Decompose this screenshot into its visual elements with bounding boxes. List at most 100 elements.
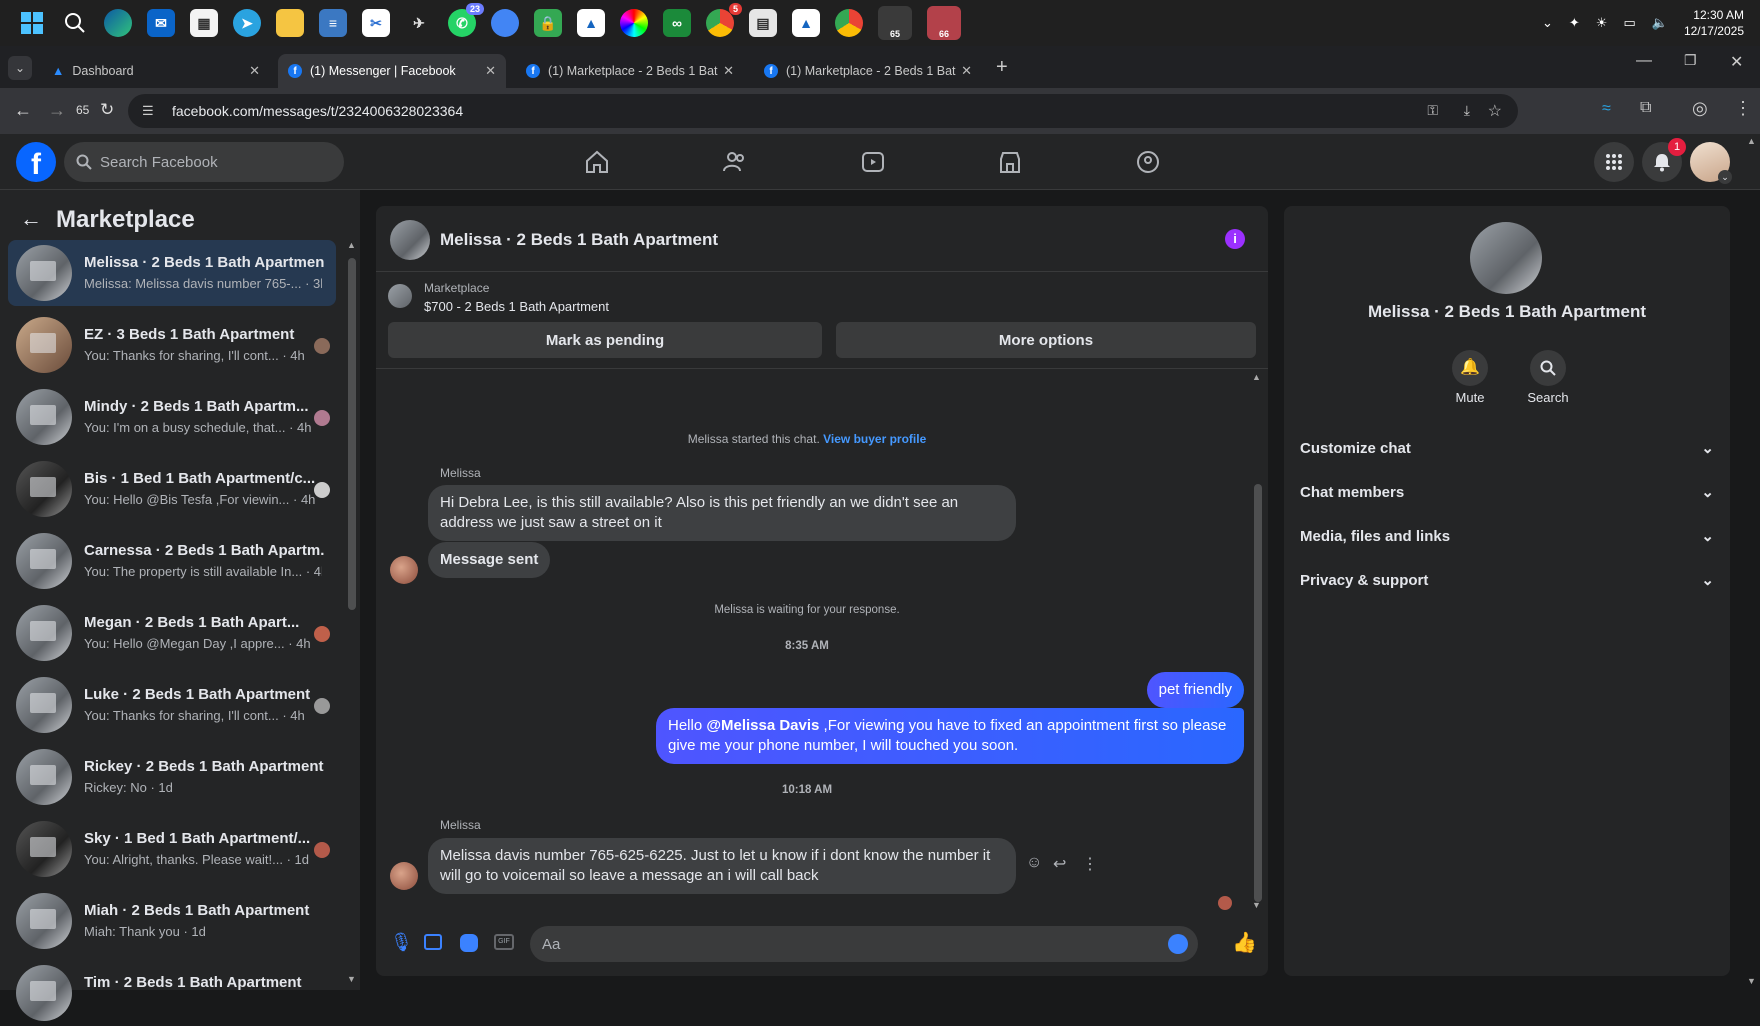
- info-icon[interactable]: i: [1225, 229, 1245, 249]
- search-conversation-button[interactable]: Search: [1520, 350, 1576, 405]
- sticker-icon[interactable]: [460, 934, 478, 952]
- telegram-icon[interactable]: ➤: [233, 9, 261, 37]
- install-icon[interactable]: ⤓: [1464, 102, 1470, 119]
- scroll-up-icon[interactable]: ▲: [1252, 372, 1261, 382]
- incoming-message[interactable]: Hi Debra Lee, is this still available? A…: [428, 485, 1016, 541]
- more-kebab-icon[interactable]: ⋮: [1082, 854, 1098, 874]
- chat-title[interactable]: Melissa · 2 Beds 1 Bath Apartment: [440, 230, 718, 250]
- friends-icon[interactable]: [719, 146, 751, 178]
- close-window-icon[interactable]: ✕: [1730, 52, 1743, 72]
- tab-marketplace-1[interactable]: f (1) Marketplace - 2 Beds 1 Bath ✕: [516, 54, 744, 88]
- tab-dashboard[interactable]: ▲ Dashboard ✕: [42, 54, 270, 88]
- browser-app-icon-2[interactable]: 66: [927, 6, 961, 40]
- scroll-down-icon[interactable]: ▼: [347, 974, 356, 984]
- profile-avatar[interactable]: [1470, 222, 1542, 294]
- groups-icon[interactable]: [1132, 146, 1164, 178]
- file-explorer-icon[interactable]: [276, 9, 304, 37]
- conversation-item[interactable]: EZ · 3 Beds 1 Bath Apartment You: Thanks…: [8, 312, 336, 378]
- close-tab-icon[interactable]: ✕: [485, 63, 496, 79]
- conversation-item[interactable]: Megan · 2 Beds 1 Bath Apart... You: Hell…: [8, 600, 336, 666]
- search-facebook-input[interactable]: Search Facebook: [64, 142, 344, 182]
- notepad-icon[interactable]: ≡: [319, 9, 347, 37]
- forward-icon[interactable]: →: [48, 100, 66, 121]
- store-icon[interactable]: ▦: [190, 9, 218, 37]
- chat-scrollbar[interactable]: [1254, 484, 1262, 902]
- restore-icon[interactable]: ❐: [1684, 52, 1697, 69]
- conversation-item[interactable]: Rickey · 2 Beds 1 Bath Apartment Rickey:…: [8, 744, 336, 810]
- more-options-button[interactable]: More options: [836, 322, 1256, 358]
- whatsapp-icon[interactable]: ✆ 23: [448, 3, 484, 37]
- scroll-down-icon[interactable]: ▼: [1252, 900, 1261, 910]
- conversation-item[interactable]: Luke · 2 Beds 1 Bath Apartment You: Than…: [8, 672, 336, 738]
- like-thumb-icon[interactable]: 👍: [1232, 930, 1257, 955]
- media-files-links-section[interactable]: Media, files and links ⌄: [1300, 516, 1714, 556]
- incoming-message[interactable]: Melissa davis number 765-625-6225. Just …: [428, 838, 1016, 894]
- scroll-up-icon[interactable]: ▲: [347, 240, 356, 250]
- marketplace-icon[interactable]: [994, 146, 1026, 178]
- minimize-icon[interactable]: —: [1636, 52, 1652, 70]
- brightness-icon[interactable]: ☀: [1596, 15, 1608, 31]
- bookmark-star-icon[interactable]: ☆: [1488, 101, 1502, 121]
- sender-avatar[interactable]: [390, 862, 418, 890]
- conversation-item[interactable]: Mindy · 2 Beds 1 Bath Apartm... You: I'm…: [8, 384, 336, 450]
- color-wheel-icon[interactable]: [620, 9, 648, 37]
- password-key-icon[interactable]: ⚿: [1427, 102, 1438, 119]
- close-tab-icon[interactable]: ✕: [961, 63, 972, 79]
- url-field[interactable]: ☰ facebook.com/messages/t/23240063280233…: [128, 94, 1518, 128]
- edge-icon[interactable]: [104, 9, 132, 37]
- windows-start-icon[interactable]: [18, 9, 46, 37]
- menu-grid-icon[interactable]: [1594, 142, 1634, 182]
- customize-chat-section[interactable]: Customize chat ⌄: [1300, 428, 1714, 468]
- new-tab-icon[interactable]: +: [996, 56, 1008, 79]
- conversation-item[interactable]: Tim · 2 Beds 1 Bath Apartment: [8, 960, 336, 1026]
- chrome-remote-icon[interactable]: [491, 9, 519, 37]
- conversation-item[interactable]: Carnessa · 2 Beds 1 Bath Apartm... You: …: [8, 528, 336, 594]
- tab-list-chevron-icon[interactable]: ⌄: [8, 56, 32, 80]
- mention-melissa[interactable]: @Melissa Davis: [706, 717, 819, 734]
- gif-icon[interactable]: GIF: [494, 934, 514, 950]
- menu-kebab-icon[interactable]: ⋮: [1734, 98, 1752, 119]
- browser-app-icon[interactable]: 65: [878, 6, 912, 40]
- mark-as-pending-button[interactable]: Mark as pending: [388, 322, 822, 358]
- clock[interactable]: 12:30 AM 12/17/2025: [1684, 7, 1744, 39]
- game-icon[interactable]: ✈: [405, 9, 433, 37]
- chevron-up-icon[interactable]: ⌄: [1542, 15, 1553, 31]
- photo-icon[interactable]: [424, 934, 442, 950]
- infinity-app-icon[interactable]: ∞: [663, 9, 691, 37]
- reply-icon[interactable]: ↩: [1053, 854, 1066, 874]
- privacy-support-section[interactable]: Privacy & support ⌄: [1300, 560, 1714, 600]
- network-icon[interactable]: ▭: [1623, 15, 1635, 31]
- video-icon[interactable]: [857, 146, 889, 178]
- page-scroll-down-icon[interactable]: ▼: [1747, 976, 1756, 986]
- conversation-item[interactable]: Sky · 1 Bed 1 Bath Apartment/... You: Al…: [8, 816, 336, 882]
- mute-button[interactable]: 🔔 Mute: [1450, 350, 1490, 405]
- volume-icon[interactable]: 🔈: [1652, 15, 1668, 31]
- conversation-item[interactable]: Melissa · 2 Beds 1 Bath Apartment Meliss…: [8, 240, 336, 306]
- page-scroll-up-icon[interactable]: ▲: [1747, 136, 1756, 146]
- outgoing-message[interactable]: pet friendly: [1146, 672, 1244, 708]
- site-info-icon[interactable]: ☰: [142, 103, 154, 119]
- outlook-icon[interactable]: ✉: [147, 9, 175, 37]
- sidebar-scrollbar[interactable]: [348, 258, 356, 610]
- facebook-logo-icon[interactable]: f: [16, 142, 56, 182]
- chat-avatar[interactable]: [390, 220, 430, 260]
- chrome-icon[interactable]: 5: [706, 3, 742, 37]
- react-emoji-icon[interactable]: ☺: [1026, 854, 1042, 872]
- view-buyer-profile-link[interactable]: View buyer profile: [823, 432, 926, 446]
- sail-icon[interactable]: ▲: [577, 9, 605, 37]
- notifications-bell-icon[interactable]: 1: [1642, 138, 1686, 182]
- back-arrow-icon[interactable]: ←: [20, 206, 42, 232]
- extensions-icon[interactable]: ⧉: [1640, 99, 1651, 117]
- calculator-icon[interactable]: ▤: [749, 9, 777, 37]
- snipping-icon[interactable]: ✂: [362, 9, 390, 37]
- listing-price[interactable]: $700 - 2 Beds 1 Bath Apartment: [424, 299, 609, 314]
- tab-marketplace-2[interactable]: f (1) Marketplace - 2 Beds 1 Bath ✕: [754, 54, 982, 88]
- account-avatar[interactable]: ⌄: [1690, 142, 1732, 184]
- search-icon[interactable]: [61, 9, 89, 37]
- extension-app-icon[interactable]: ≈: [1602, 100, 1611, 118]
- outgoing-message[interactable]: Hello @Melissa Davis ,For viewing you ha…: [656, 708, 1244, 764]
- lock-app-icon[interactable]: 🔒: [534, 9, 562, 37]
- tab-messenger[interactable]: f (1) Messenger | Facebook ✕: [278, 54, 506, 88]
- chrome-icon-2[interactable]: [835, 9, 863, 37]
- back-icon[interactable]: ←: [14, 100, 32, 121]
